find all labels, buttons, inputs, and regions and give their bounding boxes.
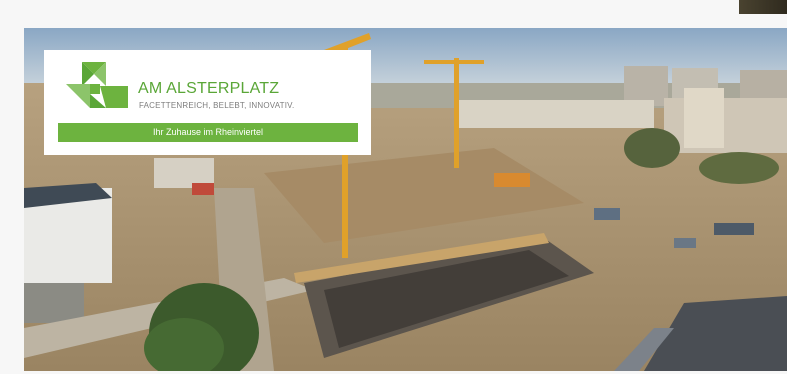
slogan-banner: Ihr Zuhause im Rheinviertel [58,123,358,142]
brand-title: AM ALSTERPLATZ [138,80,280,97]
brand-card: AM ALSTERPLATZ FACETTENREICH, BELEBT, IN… [44,50,371,155]
brand-tagline: FACETTENREICH, BELEBT, INNOVATIV. [139,101,295,110]
am-alsterplatz-logo [66,62,128,108]
corner-thumbnail [739,0,787,14]
